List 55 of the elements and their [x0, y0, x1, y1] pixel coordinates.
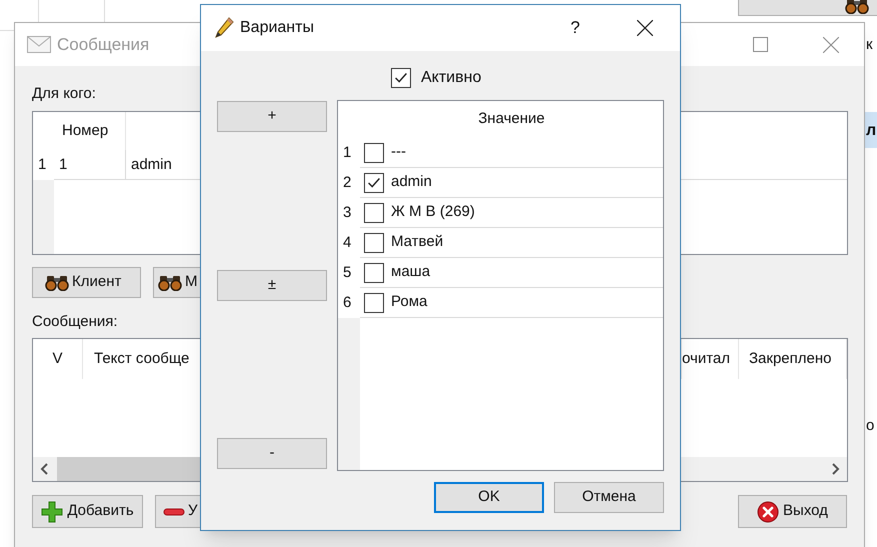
row-number: 1 [33, 150, 54, 180]
checkbox[interactable] [364, 172, 384, 192]
help-button[interactable]: ? [570, 15, 580, 41]
list-item: Матвей [391, 232, 444, 252]
binoculars-icon [158, 274, 182, 290]
list-item: admin [391, 172, 432, 192]
column-header[interactable]: Закреплено [749, 348, 832, 370]
text-fragment: л [866, 121, 876, 141]
close-icon[interactable] [637, 20, 653, 36]
text-fragment: к [866, 35, 873, 55]
table-cell-text: 1 [59, 154, 68, 175]
table-cell-text: admin [131, 154, 172, 175]
envelope-icon [27, 36, 51, 53]
exit-button[interactable]: Выход [738, 495, 847, 528]
list-item: Ж М В (269) [391, 202, 475, 222]
list-item: --- [391, 142, 406, 162]
column-header[interactable]: Номер [62, 120, 108, 142]
checkbox[interactable] [364, 202, 384, 222]
plus-icon [41, 500, 64, 522]
maximize-icon[interactable] [753, 37, 768, 52]
minus-icon [163, 508, 185, 516]
checkbox[interactable] [391, 68, 411, 88]
ok-button[interactable]: OK [434, 482, 544, 513]
column-header[interactable]: Текст сообще [94, 348, 190, 370]
checkbox[interactable] [364, 142, 384, 162]
list-item: Рома [391, 292, 428, 312]
tool-button[interactable]: ± [217, 270, 327, 300]
binoculars-icon [45, 274, 69, 290]
dialog-title: Варианты [240, 18, 314, 38]
row-number: 6 [338, 288, 360, 318]
checkbox[interactable] [364, 232, 384, 252]
column-header[interactable]: очитал [682, 348, 730, 370]
add-button[interactable]: Добавить [32, 495, 143, 528]
checkbox[interactable] [364, 292, 384, 312]
row-number: 5 [338, 258, 360, 288]
column-header[interactable]: Значение [478, 108, 545, 131]
text-fragment: о [866, 416, 874, 436]
window-title: Сообщения [57, 34, 150, 56]
binoculars-icon [845, 0, 869, 14]
tool-button[interactable]: - [217, 438, 327, 469]
close-icon [757, 500, 780, 522]
checkbox-label: Активно [421, 68, 482, 88]
list-item: маша [391, 262, 430, 282]
row-number: 3 [338, 198, 360, 228]
pencil-icon [214, 17, 234, 39]
row-number: 1 [338, 138, 360, 168]
checkbox[interactable] [364, 262, 384, 282]
column-header[interactable]: V [52, 348, 62, 370]
tool-button[interactable]: + [217, 101, 327, 132]
field-label: Сообщения: [32, 312, 119, 332]
row-number: 2 [338, 168, 360, 198]
field-label: Для кого: [32, 84, 97, 104]
search-button[interactable]: Клиент [32, 267, 141, 298]
cancel-button[interactable]: Отмена [554, 482, 664, 513]
row-number: 4 [338, 228, 360, 258]
